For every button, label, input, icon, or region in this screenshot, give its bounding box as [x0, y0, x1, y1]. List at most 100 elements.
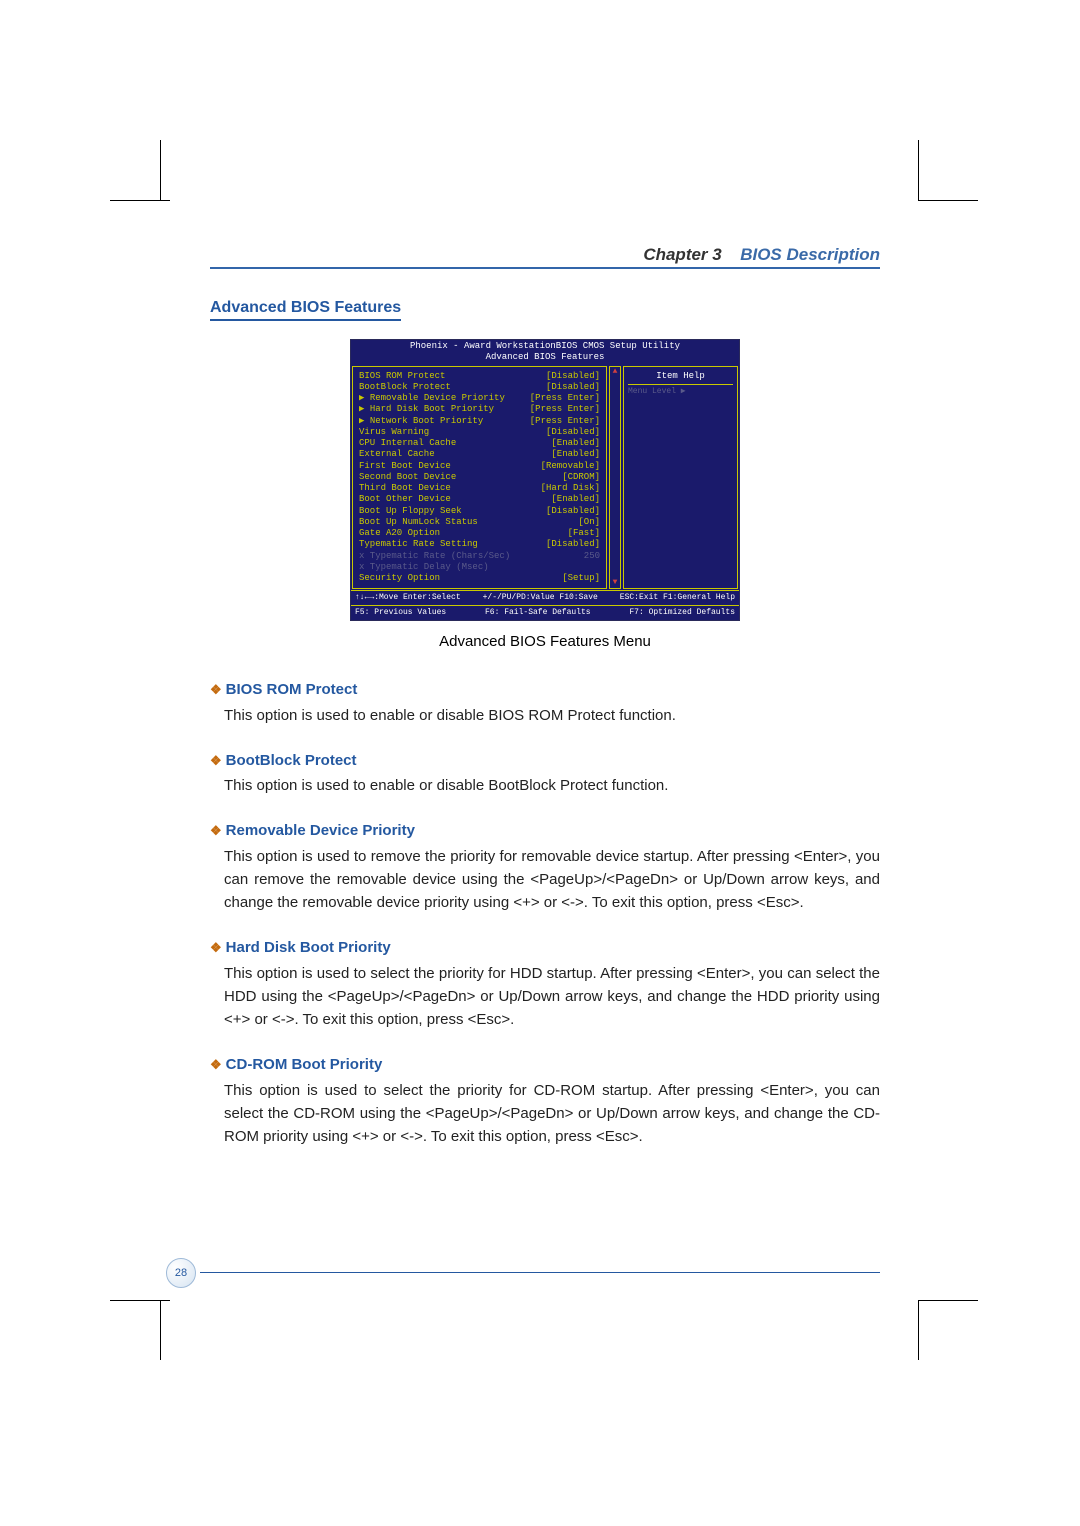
- bios-row: ▶ Removable Device Priority[Press Enter]: [359, 393, 600, 404]
- bios-title-line2: Advanced BIOS Features: [351, 352, 739, 363]
- item-heading: ❖ Removable Device Priority: [210, 819, 880, 842]
- bios-row-label: External Cache: [359, 449, 435, 460]
- bios-row-label: Second Boot Device: [359, 472, 456, 483]
- bios-row-label: ▶ Hard Disk Boot Priority: [359, 404, 494, 415]
- bios-row-value: [On]: [578, 517, 600, 528]
- bios-option-list: BIOS ROM Protect[Disabled]BootBlock Prot…: [352, 366, 607, 590]
- item-heading: ❖ Hard Disk Boot Priority: [210, 936, 880, 959]
- bios-row-value: [CDROM]: [562, 472, 600, 483]
- bios-title: Phoenix - Award WorkstationBIOS CMOS Set…: [351, 340, 739, 365]
- crop-mark: [918, 140, 919, 200]
- bios-row: CPU Internal Cache [Enabled]: [359, 438, 600, 449]
- bios-row: Gate A20 Option [Fast]: [359, 528, 600, 539]
- bios-row-value: [Disabled]: [546, 427, 600, 438]
- bios-row-label: BootBlock Protect: [359, 382, 451, 393]
- item-body: This option is used to select the priori…: [210, 962, 880, 1032]
- item-help-label: Item Help: [628, 371, 733, 385]
- page-number-badge: 28: [166, 1258, 196, 1288]
- bios-row-label: Boot Up NumLock Status: [359, 517, 478, 528]
- footer-hint: F5: Previous Values: [355, 608, 446, 618]
- bios-row: Third Boot Device[Hard Disk]: [359, 483, 600, 494]
- bullet-diamond-icon: ❖: [210, 940, 222, 955]
- footer-hint: ESC:Exit F1:General Help: [620, 593, 735, 603]
- bios-row: BIOS ROM Protect[Disabled]: [359, 371, 600, 382]
- page-content: Chapter 3 BIOS Description Advanced BIOS…: [210, 245, 880, 1170]
- bios-row-value: [Press Enter]: [530, 416, 600, 427]
- item-body: This option is used to remove the priori…: [210, 845, 880, 915]
- menu-level-label: Menu Level ▶: [628, 387, 733, 397]
- bullet-diamond-icon: ❖: [210, 1057, 222, 1072]
- bios-row-label: x Typematic Delay (Msec): [359, 562, 489, 573]
- bios-row-value: [Setup]: [562, 573, 600, 584]
- content-item: ❖CD-ROM Boot PriorityThis option is used…: [210, 1053, 880, 1148]
- bios-help-panel: Item Help Menu Level ▶: [623, 366, 738, 590]
- item-heading: ❖ CD-ROM Boot Priority: [210, 1053, 880, 1076]
- page-header: Chapter 3 BIOS Description: [210, 245, 880, 269]
- bios-row: Security Option[Setup]: [359, 573, 600, 584]
- crop-mark: [110, 1300, 170, 1301]
- content-item: ❖ Hard Disk Boot Priority This option is u…: [210, 936, 880, 1031]
- bios-row-label: ▶ Removable Device Priority: [359, 393, 505, 404]
- bios-row-label: Boot Other Device: [359, 494, 451, 505]
- item-heading-text: CD-ROM Boot Priority: [226, 1056, 383, 1073]
- footer-hint: ↑↓←→:Move Enter:Select: [355, 593, 461, 603]
- crop-mark: [110, 200, 170, 201]
- page-number: 28: [175, 1267, 187, 1279]
- item-heading-text: Hard Disk Boot Priority: [226, 939, 391, 956]
- item-body: This option is used to enable or disable…: [210, 704, 880, 727]
- item-body: This option is used to enable or disable…: [210, 774, 880, 797]
- item-heading-text: BootBlock Protect: [226, 752, 357, 769]
- bios-row-value: [Fast]: [568, 528, 600, 539]
- bios-row-value: [Hard Disk]: [541, 483, 600, 494]
- figure-caption: Advanced BIOS Features Menu: [210, 633, 880, 650]
- bios-row-value: [Press Enter]: [530, 404, 600, 415]
- bios-row: Virus Warning[Disabled]: [359, 427, 600, 438]
- item-heading: ❖BIOS ROM Protect: [210, 678, 880, 701]
- bios-row-value: 250: [584, 551, 600, 562]
- crop-mark: [918, 1300, 978, 1301]
- bios-body: BIOS ROM Protect[Disabled]BootBlock Prot…: [351, 365, 739, 591]
- bios-row-label: Gate A20 Option: [359, 528, 440, 539]
- crop-mark: [918, 1300, 919, 1360]
- bios-row: Boot Up Floppy Seek[Disabled]: [359, 506, 600, 517]
- bios-row-label: ▶ Network Boot Priority: [359, 416, 483, 427]
- bios-row-value: [Disabled]: [546, 506, 600, 517]
- section-title: Advanced BIOS Features: [210, 299, 401, 321]
- bios-row-value: [Enabled]: [551, 438, 600, 449]
- bios-row: External Cache [Enabled]: [359, 449, 600, 460]
- bios-row: Second Boot Device [CDROM]: [359, 472, 600, 483]
- bios-row: Boot Up NumLock Status [On]: [359, 517, 600, 528]
- bios-row-value: [Disabled]: [546, 382, 600, 393]
- footer-rule: [200, 1272, 880, 1273]
- bios-row-value: [Disabled]: [546, 539, 600, 550]
- bullet-diamond-icon: ❖: [210, 823, 222, 838]
- footer-hint: +/-/PU/PD:Value F10:Save: [483, 593, 598, 603]
- bios-row: Boot Other Device[Enabled]: [359, 494, 600, 505]
- footer-hint: F7: Optimized Defaults: [629, 608, 735, 618]
- bios-row-value: [Disabled]: [546, 371, 600, 382]
- bullet-diamond-icon: ❖: [210, 753, 222, 768]
- item-heading-text: BIOS ROM Protect: [226, 681, 358, 698]
- bios-row: Typematic Rate Setting[Disabled]: [359, 539, 600, 550]
- item-heading: ❖ BootBlock Protect: [210, 749, 880, 772]
- crop-mark: [160, 1300, 161, 1360]
- crop-mark: [918, 200, 978, 201]
- bios-row-value: [Enabled]: [551, 449, 600, 460]
- bios-row: ▶ Hard Disk Boot Priority [Press Enter]: [359, 404, 600, 415]
- bios-row: BootBlock Protect [Disabled]: [359, 382, 600, 393]
- bios-row: First Boot Device[Removable]: [359, 461, 600, 472]
- content-item: ❖BIOS ROM Protect This option is used to …: [210, 678, 880, 727]
- scroll-up-icon: ▲: [613, 367, 618, 377]
- footer-hint: F6: Fail-Safe Defaults: [485, 608, 591, 618]
- crop-mark: [160, 140, 161, 200]
- bios-row-label: CPU Internal Cache: [359, 438, 456, 449]
- bios-row: ▶ Network Boot Priority [Press Enter]: [359, 416, 600, 427]
- content-item: ❖ Removable Device Priority This option is…: [210, 819, 880, 914]
- bios-footer: ↑↓←→:Move Enter:Select +/-/PU/PD:Value F…: [351, 590, 739, 605]
- scroll-down-icon: ▼: [613, 578, 618, 588]
- item-heading-text: Removable Device Priority: [226, 822, 415, 839]
- items-container: ❖BIOS ROM ProtectThis option is used to …: [210, 678, 880, 1148]
- bios-scrollbar: ▲ ▼: [609, 366, 621, 590]
- bios-footer: F5: Previous Values F6: Fail-Safe Defaul…: [351, 605, 739, 620]
- bios-screenshot: Phoenix - Award WorkstationBIOS CMOS Set…: [350, 339, 740, 621]
